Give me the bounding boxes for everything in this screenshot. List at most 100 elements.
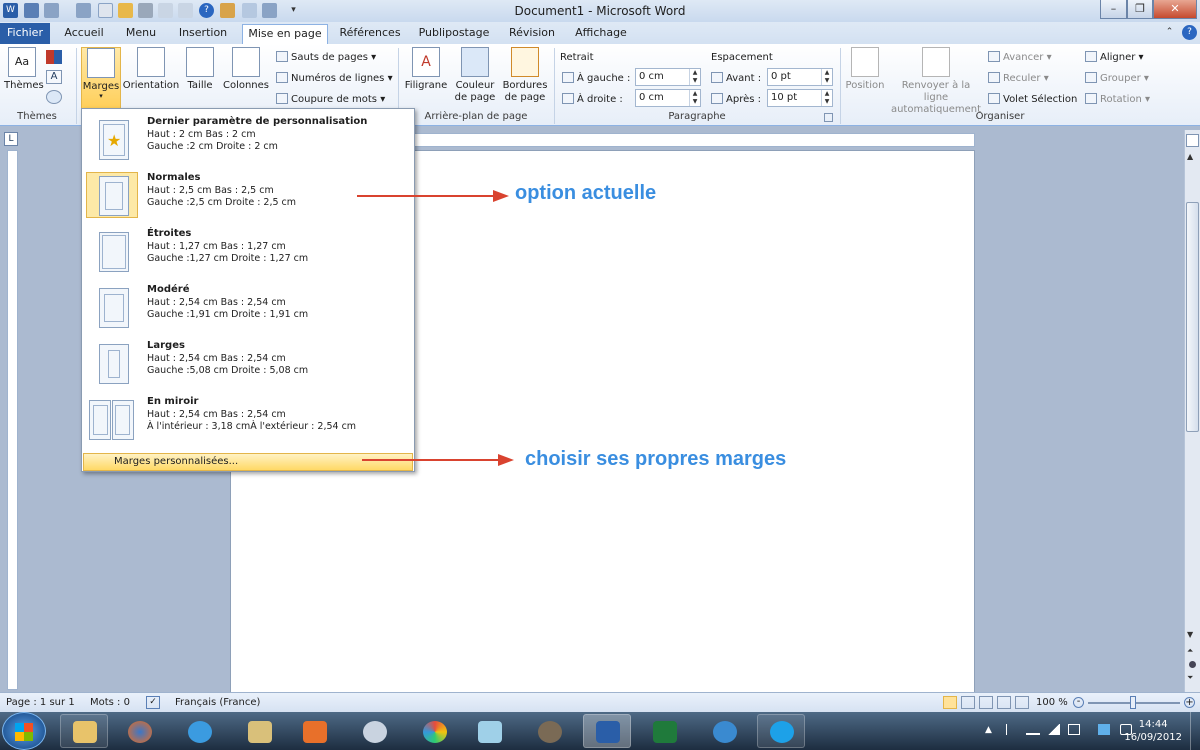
spin-arrows-icon[interactable]: ▲ ▼: [821, 90, 832, 106]
ruler-toggle-button[interactable]: L: [4, 132, 18, 146]
show-desktop-button[interactable]: [1190, 712, 1200, 750]
margin-option-narrow[interactable]: Étroites Haut : 1,27 cm Bas : 1,27 cm Ga…: [83, 223, 413, 279]
themes-button[interactable]: Aa Thèmes: [4, 47, 44, 91]
position-button[interactable]: Position: [843, 47, 887, 91]
folder-icon: [73, 721, 97, 743]
taskbar-vlc[interactable]: [700, 714, 748, 748]
close-button[interactable]: ✕: [1153, 0, 1197, 19]
start-button[interactable]: [2, 712, 46, 750]
tray-usb-icon[interactable]: [1068, 724, 1080, 735]
bring-forward-button[interactable]: Avancer ▾: [988, 51, 1052, 63]
zoom-slider-thumb[interactable]: [1130, 696, 1136, 709]
tray-clock[interactable]: 14:44 16/09/2012: [1124, 718, 1182, 744]
browse-object-icon[interactable]: [1189, 661, 1196, 668]
tab-file[interactable]: Fichier: [0, 23, 50, 44]
taskbar-word[interactable]: [583, 714, 631, 748]
taskbar-app[interactable]: [235, 714, 283, 748]
vertical-scrollbar[interactable]: ▲ ▼ ⏶ ⏷: [1184, 130, 1200, 692]
zoom-out-icon[interactable]: -: [1073, 697, 1084, 708]
draft-view-icon[interactable]: [1015, 696, 1029, 709]
rotate-button[interactable]: Rotation ▾: [1085, 93, 1150, 105]
bring-forward-icon: [988, 51, 1000, 62]
margin-option-moderate[interactable]: Modéré Haut : 2,54 cm Bas : 2,54 cm Gauc…: [83, 279, 413, 335]
tab-insert[interactable]: Insertion: [172, 24, 234, 44]
send-backward-button[interactable]: Reculer ▾: [988, 72, 1049, 84]
vertical-ruler[interactable]: [7, 150, 18, 690]
zoom-in-icon[interactable]: +: [1184, 697, 1195, 708]
print-layout-view-icon[interactable]: [943, 696, 957, 709]
spin-arrows-icon[interactable]: ▲ ▼: [821, 69, 832, 85]
proofing-icon[interactable]: ✓: [146, 696, 160, 709]
tab-mailings[interactable]: Publipostage: [412, 24, 496, 44]
full-screen-view-icon[interactable]: [961, 696, 975, 709]
margin-option-mirrored[interactable]: En miroir Haut : 2,54 cm Bas : 2,54 cm À…: [83, 391, 413, 447]
page-borders-button[interactable]: Bordures de page: [502, 47, 548, 104]
taskbar-internet-explorer[interactable]: [175, 714, 223, 748]
page-color-button[interactable]: Couleur de page: [452, 47, 498, 104]
margin-option-values: Haut : 2,54 cm Bas : 2,54 cm: [147, 353, 286, 364]
tray-dropbox-icon[interactable]: [1098, 724, 1110, 735]
taskbar-paint[interactable]: [410, 714, 458, 748]
margin-option-wide[interactable]: Larges Haut : 2,54 cm Bas : 2,54 cm Gauc…: [83, 335, 413, 391]
orientation-button[interactable]: Orientation: [122, 47, 180, 91]
spin-arrows-icon[interactable]: ▲ ▼: [689, 90, 700, 106]
tray-network-icon[interactable]: [1026, 724, 1040, 735]
web-layout-view-icon[interactable]: [979, 696, 993, 709]
previous-page-icon[interactable]: ⏶: [1187, 646, 1193, 656]
hyphenation-button[interactable]: Coupure de mots ▾: [276, 93, 385, 105]
help-icon[interactable]: ?: [1182, 25, 1197, 40]
taskbar-skype[interactable]: [757, 714, 805, 748]
margin-preview: ★: [86, 116, 138, 162]
tray-show-hidden-icon[interactable]: ▲: [985, 725, 992, 735]
tray-signal-icon[interactable]: [1048, 724, 1060, 735]
breaks-button[interactable]: Sauts de pages ▾: [276, 51, 376, 63]
theme-effects-icon[interactable]: [46, 90, 62, 104]
scroll-thumb[interactable]: [1186, 202, 1199, 432]
theme-fonts-icon[interactable]: A: [46, 70, 62, 84]
taskbar-snipping-tool[interactable]: [350, 714, 398, 748]
tab-home[interactable]: Accueil: [58, 24, 110, 44]
margin-option-last-custom[interactable]: ★ Dernier paramètre de personnalisation …: [83, 111, 413, 167]
spin-arrows-icon[interactable]: ▲ ▼: [689, 69, 700, 85]
tray-flag-icon[interactable]: [1006, 724, 1016, 735]
margin-option-title: Normales: [147, 172, 201, 183]
align-button[interactable]: Aligner ▾: [1085, 51, 1144, 63]
maximize-button[interactable]: ❐: [1127, 0, 1153, 19]
group-objects-button[interactable]: Grouper ▾: [1085, 72, 1149, 84]
tab-page-layout[interactable]: Mise en page: [242, 24, 328, 44]
taskbar-notes[interactable]: [465, 714, 513, 748]
selection-pane-button[interactable]: Volet Sélection: [988, 93, 1077, 105]
tab-menu[interactable]: Menu: [118, 24, 164, 44]
taskbar-media-player[interactable]: [290, 714, 338, 748]
tab-references[interactable]: Références: [336, 24, 404, 44]
taskbar-excel[interactable]: [640, 714, 688, 748]
page-count[interactable]: Page : 1 sur 1: [6, 697, 75, 708]
size-button[interactable]: Taille: [185, 47, 215, 91]
tab-review[interactable]: Révision: [504, 24, 560, 44]
ruler-view-icon[interactable]: [1186, 134, 1199, 147]
wrap-text-button[interactable]: Renvoyer à la ligne automatiquement: [888, 47, 984, 116]
watermark-button[interactable]: A Filigrane: [404, 47, 448, 91]
taskbar-gimp[interactable]: [525, 714, 573, 748]
collapse-ribbon-icon[interactable]: ⌃: [1162, 25, 1177, 40]
next-page-icon[interactable]: ⏷: [1187, 673, 1193, 683]
taskbar-firefox[interactable]: [115, 714, 163, 748]
spacing-after-field[interactable]: 10 pt ▲ ▼: [767, 89, 833, 107]
taskbar-explorer[interactable]: [60, 714, 108, 748]
language-indicator[interactable]: Français (France): [175, 697, 260, 708]
theme-colors-icon[interactable]: [46, 50, 62, 64]
indent-right-field[interactable]: 0 cm ▲ ▼: [635, 89, 701, 107]
outline-view-icon[interactable]: [997, 696, 1011, 709]
dialog-launcher-icon[interactable]: [824, 113, 833, 122]
zoom-level[interactable]: 100 %: [1036, 697, 1068, 708]
indent-left-field[interactable]: 0 cm ▲ ▼: [635, 68, 701, 86]
line-numbers-button[interactable]: Numéros de lignes ▾: [276, 72, 393, 84]
tab-view[interactable]: Affichage: [568, 24, 634, 44]
word-count[interactable]: Mots : 0: [90, 697, 130, 708]
columns-button[interactable]: Colonnes: [221, 47, 271, 91]
scroll-down-icon[interactable]: ▼: [1187, 630, 1193, 639]
scroll-up-icon[interactable]: ▲: [1187, 152, 1193, 161]
spacing-before-field[interactable]: 0 pt ▲ ▼: [767, 68, 833, 86]
margins-button[interactable]: Marges ▾: [81, 47, 121, 109]
minimize-button[interactable]: –: [1100, 0, 1127, 19]
